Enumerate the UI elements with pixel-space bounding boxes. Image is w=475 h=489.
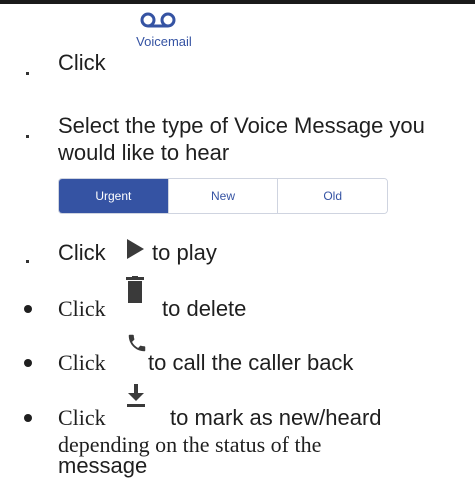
step-click: Click — [58, 405, 106, 430]
bullet — [26, 135, 29, 138]
step-click: Click — [58, 350, 106, 375]
voicemail-icon — [140, 12, 176, 28]
bullet — [26, 260, 29, 263]
step-voicemail: Click — [0, 50, 475, 80]
step-delete: Click to delete — [0, 276, 475, 326]
step-after: to call the caller back — [148, 350, 354, 375]
step-text-line1: Select the type of Voice Message you — [58, 113, 425, 138]
step-text-line3: message — [58, 453, 148, 478]
phone-icon — [128, 334, 146, 352]
step-text: Click — [58, 50, 106, 75]
step-click: Click — [58, 240, 106, 265]
voice-message-type-selector: Urgent New Old — [58, 178, 388, 214]
step-after: to play — [152, 240, 217, 265]
voicemail-button[interactable]: Voicemail — [118, 10, 210, 66]
segment-new[interactable]: New — [167, 179, 278, 213]
step-click: Click — [58, 296, 106, 321]
bullet — [24, 359, 32, 367]
segment-urgent[interactable]: Urgent — [59, 179, 168, 213]
bullet — [24, 305, 32, 313]
segment-old[interactable]: Old — [277, 179, 387, 213]
voicemail-label: Voicemail — [136, 34, 192, 49]
step-after: to mark as new/heard — [170, 405, 382, 430]
bullet — [26, 72, 29, 75]
bullet — [24, 414, 32, 422]
step-select-type: Select the type of Voice Message you wou… — [0, 113, 475, 173]
trash-icon — [126, 276, 144, 303]
step-play: Click to play — [0, 239, 475, 270]
play-icon — [127, 239, 144, 259]
step-after: to delete — [162, 296, 247, 321]
step-text-line2: would like to hear — [58, 140, 230, 165]
top-rule — [0, 0, 475, 4]
step-mark-continued: message — [0, 453, 475, 489]
download-icon — [127, 384, 145, 407]
step-call-back: Click to call the caller back — [0, 334, 475, 380]
